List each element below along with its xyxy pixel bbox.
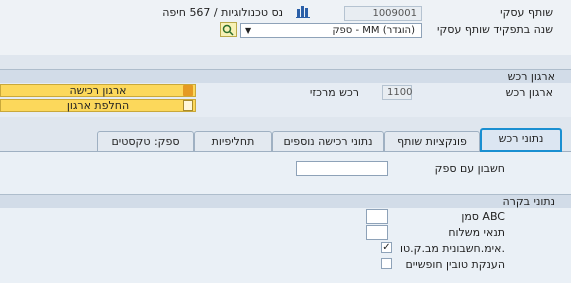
tab-label: תחליפיות xyxy=(211,135,255,148)
switch-role-button[interactable] xyxy=(220,22,237,37)
role-label: שנה בתפקיד שותף עסקי xyxy=(437,23,553,36)
tab-label: פונקציות שותף xyxy=(397,135,467,148)
switch-org-button-label: החלפת ארגון xyxy=(66,99,130,112)
magnifier-icon xyxy=(222,24,234,36)
tab-additional-purchasing-data[interactable]: נתוני רכישה נוספים xyxy=(272,131,384,151)
control-data-title: נתוני בקרה xyxy=(502,195,555,208)
org-icon xyxy=(183,85,193,96)
tab-partner-functions[interactable]: פונקציות שותף xyxy=(384,131,480,151)
grant-free-goods-label: הענקת טובין חופשיים xyxy=(405,258,505,271)
purch-org-button-label: ארגון רכישה xyxy=(69,84,127,97)
account-with-vendor-field[interactable] xyxy=(296,161,388,176)
chevron-down-icon[interactable]: ▼ xyxy=(245,24,251,37)
purch-org-header: ארגון רכש xyxy=(0,69,571,83)
tab-purchasing-data[interactable]: נתוני רכש xyxy=(480,128,562,152)
purch-org-label: ארגון רכש xyxy=(505,86,553,99)
tab-label: ספק: טקסטים xyxy=(111,135,180,148)
account-with-vendor-label: חשבון עם ספק xyxy=(434,162,505,175)
shipping-conditions-field[interactable] xyxy=(366,225,388,240)
gr-based-iv-label: אימ.חשבונית מב.ק.טו. xyxy=(400,242,505,255)
document-icon xyxy=(183,100,193,111)
tab-label: נתוני רכש xyxy=(498,132,544,145)
abc-indicator-label: סמן ABC xyxy=(461,210,505,223)
central-purch-label: רכש מרכזי xyxy=(309,86,359,99)
purch-org-title: ארגון רכש xyxy=(507,70,555,83)
switch-org-button[interactable]: החלפת ארגון xyxy=(0,99,196,112)
partner-description: נס טכנולוגיות / 567 חיפה xyxy=(162,6,283,19)
tab-substitutes[interactable]: תחליפיות xyxy=(194,131,272,151)
purch-org-button[interactable]: ארגון רכישה xyxy=(0,84,196,97)
purch-org-field[interactable]: 1100 xyxy=(382,85,412,100)
role-select[interactable]: ספק - MM (הוגדר) ▼ xyxy=(240,23,422,38)
grant-free-goods-checkbox[interactable] xyxy=(381,258,392,269)
abc-indicator-field[interactable] xyxy=(366,209,388,224)
partner-type-icon xyxy=(296,5,310,18)
control-data-header: נתוני בקרה xyxy=(0,194,571,208)
tab-vendor-texts[interactable]: ספק: טקסטים xyxy=(97,131,194,151)
shipping-conditions-label: תנאי משלוח xyxy=(448,226,505,239)
role-select-value: ספק - MM (הוגדר) xyxy=(332,25,415,36)
partner-label: שותף עסקי xyxy=(500,6,553,19)
tab-label: נתוני רכישה נוספים xyxy=(283,135,373,148)
gr-based-iv-checkbox[interactable]: ✓ xyxy=(381,242,392,253)
partner-number-field[interactable]: 1009001 xyxy=(344,6,422,21)
